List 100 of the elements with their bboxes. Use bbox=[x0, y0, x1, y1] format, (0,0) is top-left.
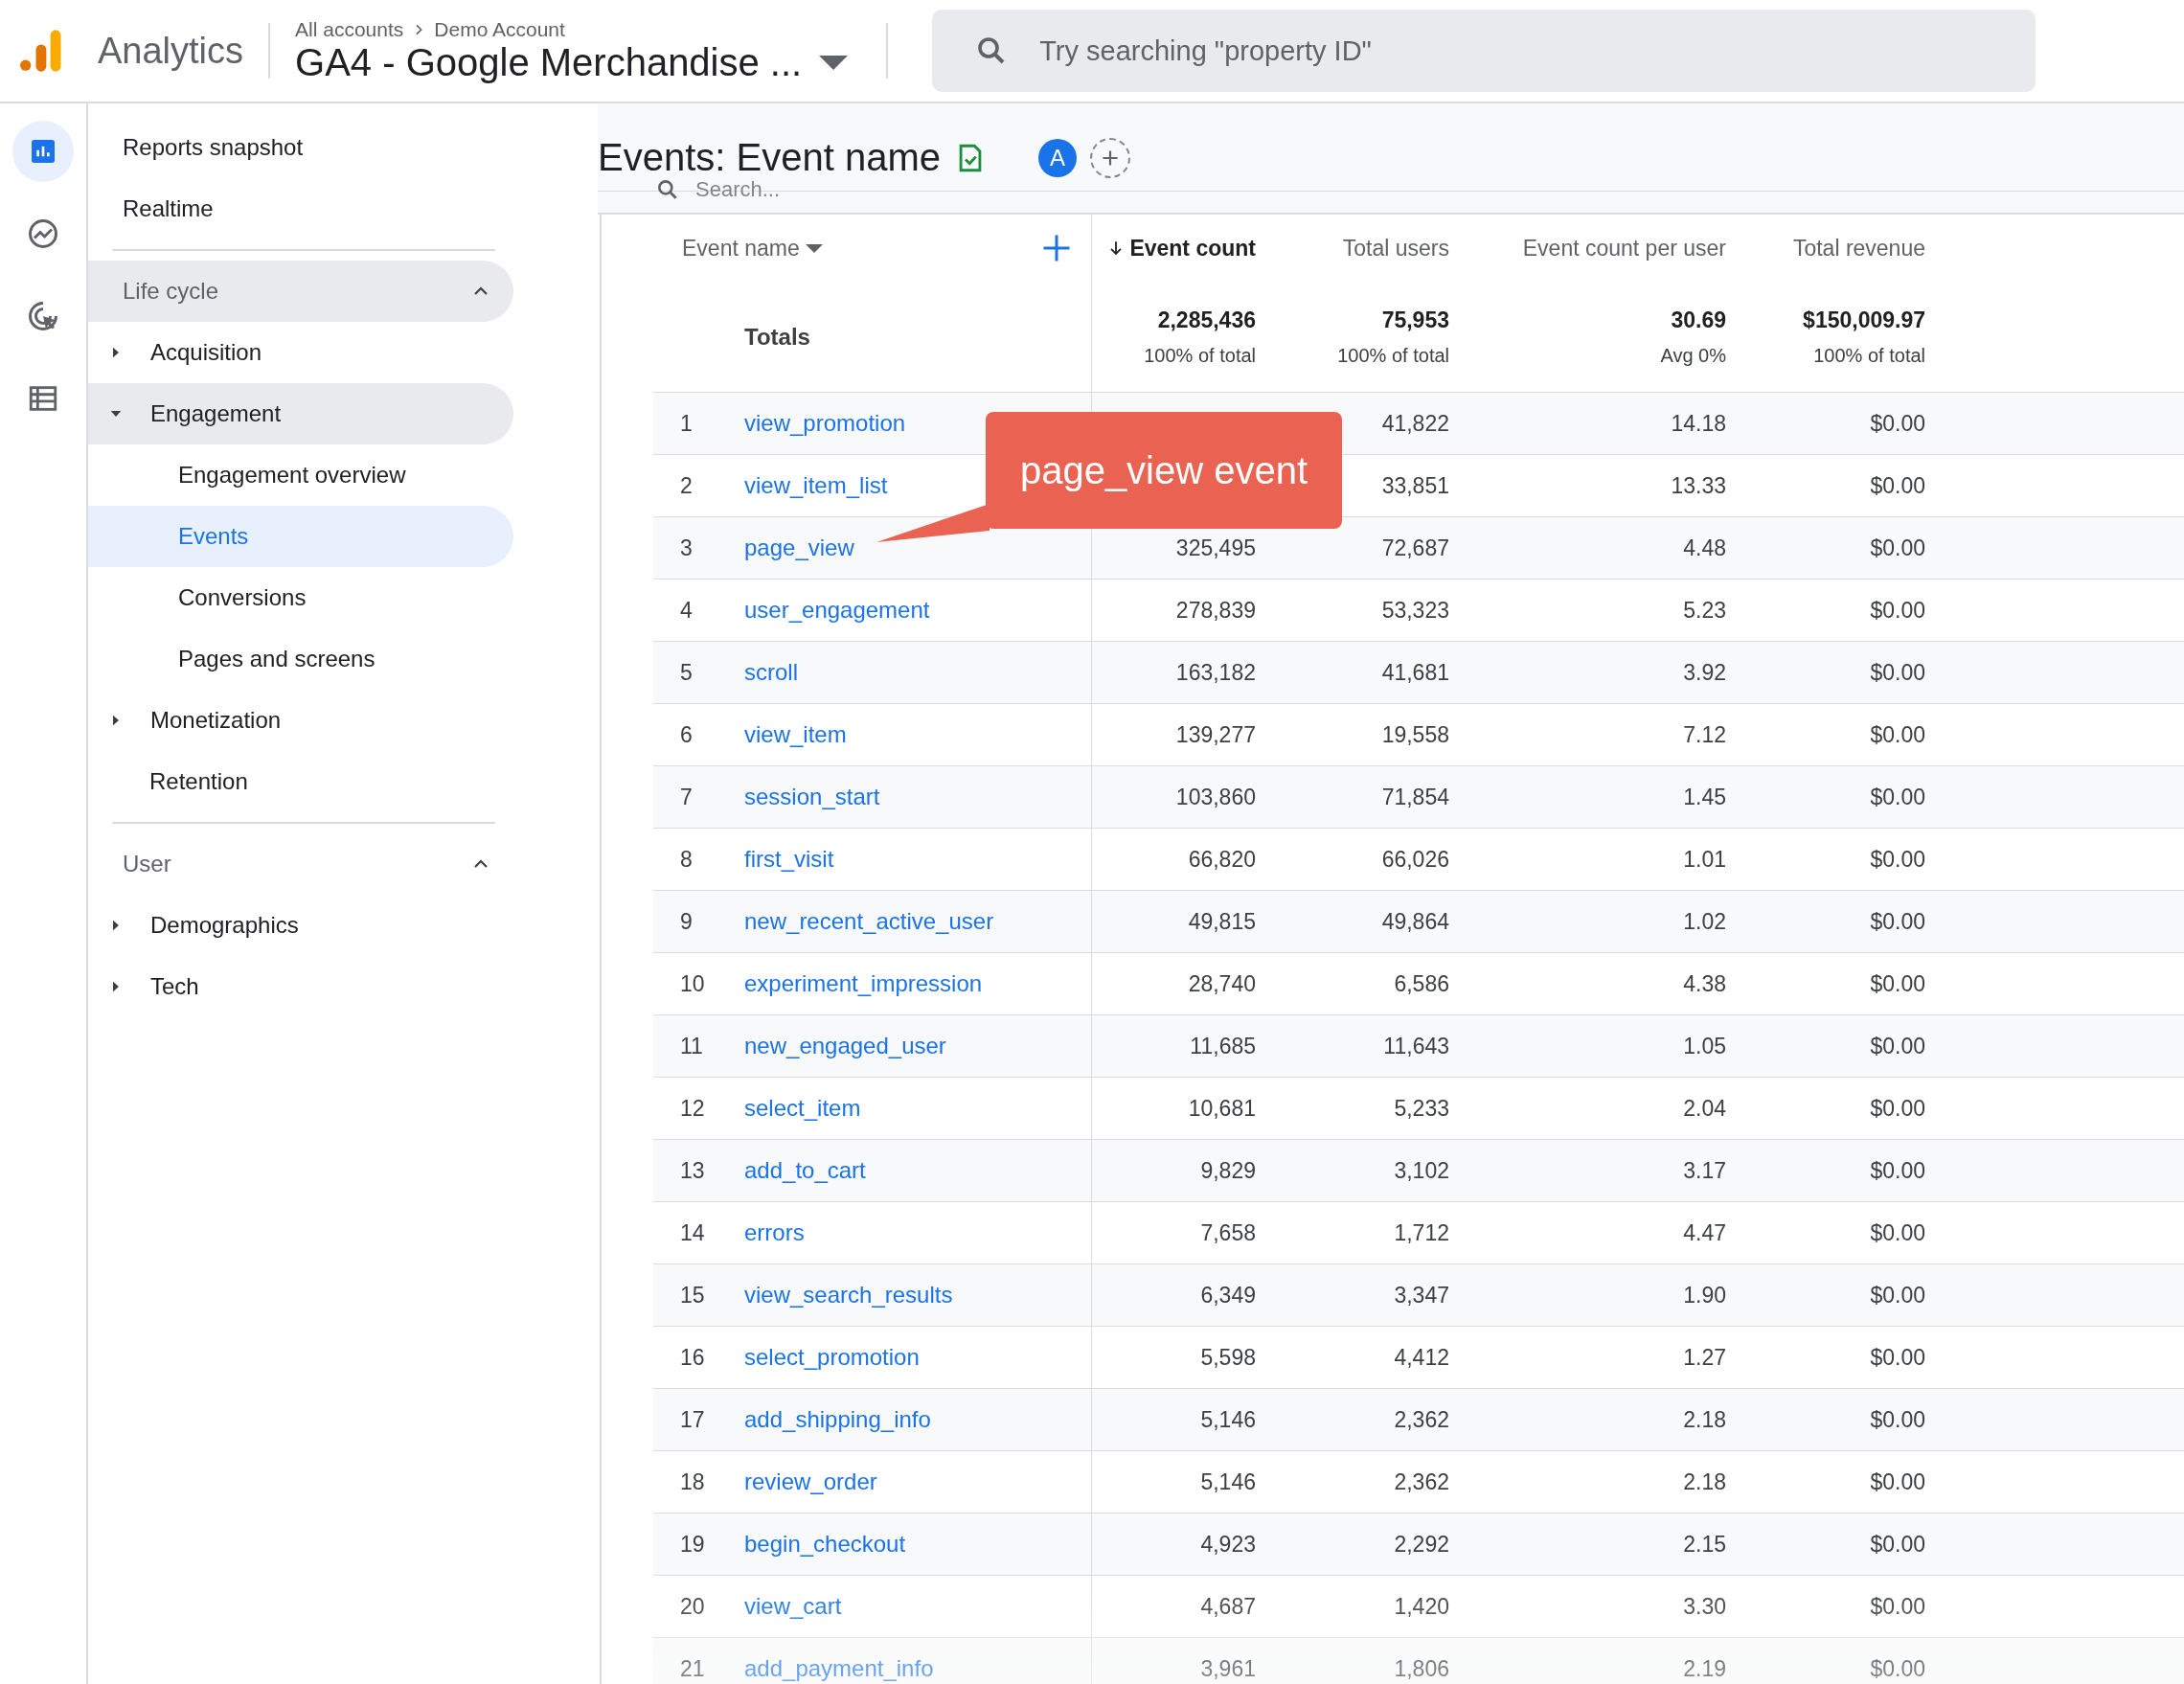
table-cell: 53,323 bbox=[1381, 597, 1449, 624]
event-link[interactable]: page_view bbox=[744, 535, 854, 561]
table-cell: 33,851 bbox=[1381, 472, 1449, 499]
breadcrumb-link[interactable]: All accounts bbox=[295, 17, 404, 41]
table-cell: 2.04 bbox=[1683, 1095, 1726, 1122]
nav-group-label: Engagement bbox=[150, 400, 282, 427]
table-cell: 1.05 bbox=[1683, 1033, 1726, 1059]
breadcrumb-link[interactable]: Demo Account bbox=[434, 17, 565, 41]
event-link[interactable]: begin_checkout bbox=[744, 1531, 906, 1558]
row-number: 19 bbox=[679, 1531, 706, 1558]
table-cell: $0.00 bbox=[1870, 1344, 1925, 1371]
table-cell: 278,839 bbox=[1175, 597, 1256, 624]
row-number: 8 bbox=[679, 846, 694, 873]
table-cell: $0.00 bbox=[1870, 410, 1925, 437]
section-header[interactable]: User bbox=[88, 833, 513, 895]
total-value: 30.69 bbox=[1671, 307, 1726, 333]
table-cell: 5.23 bbox=[1683, 597, 1726, 624]
table-cell: $0.00 bbox=[1870, 1593, 1925, 1620]
event-link[interactable]: add_shipping_info bbox=[744, 1406, 931, 1433]
total-value: 75,953 bbox=[1381, 307, 1449, 333]
row-number: 15 bbox=[679, 1282, 706, 1309]
event-link[interactable]: view_item_list bbox=[744, 472, 888, 499]
event-link[interactable]: first_visit bbox=[744, 846, 834, 873]
nav-item[interactable]: Realtime bbox=[88, 178, 513, 239]
event-link[interactable]: experiment_impression bbox=[744, 970, 983, 997]
add-comparison-button[interactable] bbox=[1089, 137, 1130, 178]
nav-item[interactable]: Pages and screens bbox=[88, 628, 513, 690]
table-cell: $0.00 bbox=[1870, 970, 1925, 997]
section-header[interactable]: Life cycle bbox=[88, 261, 513, 322]
nav-group[interactable]: Engagement bbox=[88, 383, 513, 444]
table-cell: 72,687 bbox=[1381, 535, 1449, 561]
nav-item[interactable]: Reports snapshot bbox=[88, 117, 513, 178]
event-link[interactable]: scroll bbox=[744, 659, 798, 686]
table-cell: 139,277 bbox=[1175, 721, 1256, 748]
column-header[interactable]: Event count per user bbox=[1522, 235, 1726, 262]
nav-group-label: Tech bbox=[150, 973, 199, 1000]
event-link[interactable]: user_engagement bbox=[744, 597, 930, 624]
table-cell: 6,349 bbox=[1200, 1282, 1256, 1309]
total-note: 100% of total bbox=[1813, 344, 1925, 367]
dimension-selector[interactable]: Event name bbox=[682, 235, 823, 262]
column-header[interactable]: Total users bbox=[1342, 235, 1449, 262]
table-cell: $0.00 bbox=[1870, 1095, 1925, 1122]
row-number: 4 bbox=[679, 597, 694, 624]
avatar[interactable]: A bbox=[1037, 138, 1077, 177]
table-cell: 3,961 bbox=[1200, 1655, 1256, 1682]
event-link[interactable]: errors bbox=[744, 1219, 805, 1246]
table-cell: 2,362 bbox=[1394, 1406, 1449, 1433]
event-link[interactable]: view_item bbox=[744, 721, 847, 748]
nav-item[interactable]: Retention bbox=[88, 751, 513, 812]
event-link[interactable]: review_order bbox=[744, 1468, 877, 1495]
table-cell: 103,860 bbox=[1175, 784, 1256, 810]
event-link[interactable]: view_promotion bbox=[744, 410, 906, 437]
search-input[interactable]: Try searching "property ID" bbox=[1037, 34, 2036, 68]
table-cell: 9,829 bbox=[1200, 1157, 1256, 1184]
table-cell: 13.33 bbox=[1671, 472, 1726, 499]
total-note: Avg 0% bbox=[1660, 344, 1726, 367]
table-cell: 1.90 bbox=[1683, 1282, 1726, 1309]
table-cell: 19,558 bbox=[1381, 721, 1449, 748]
search-field[interactable]: Try searching "property ID" bbox=[932, 10, 2036, 92]
event-link[interactable]: view_search_results bbox=[744, 1282, 953, 1309]
table-cell: 66,026 bbox=[1381, 846, 1449, 873]
event-link[interactable]: new_recent_active_user bbox=[744, 908, 994, 935]
nav-group[interactable]: Monetization bbox=[88, 690, 513, 751]
event-link[interactable]: add_payment_info bbox=[744, 1655, 934, 1682]
table-cell: 163,182 bbox=[1175, 659, 1256, 686]
table-cell: 4.38 bbox=[1683, 970, 1726, 997]
event-link[interactable]: view_cart bbox=[744, 1593, 842, 1620]
nav-group[interactable]: Tech bbox=[88, 956, 513, 1017]
nav-item[interactable]: Events bbox=[88, 506, 513, 567]
column-header[interactable]: Total revenue bbox=[1792, 235, 1925, 262]
table-cell: 5,233 bbox=[1394, 1095, 1449, 1122]
nav-item[interactable]: Conversions bbox=[88, 567, 513, 628]
table-search-field[interactable]: Search... bbox=[694, 176, 973, 203]
property-selector[interactable]: GA4 - Google Merchandise ... bbox=[295, 40, 849, 84]
nav-group[interactable]: Acquisition bbox=[88, 322, 513, 383]
event-link[interactable]: new_engaged_user bbox=[744, 1033, 946, 1059]
totals-label: Totals bbox=[744, 323, 811, 351]
column-header[interactable]: Event count bbox=[1106, 235, 1256, 262]
target-cursor-icon bbox=[26, 299, 60, 333]
event-link[interactable]: select_promotion bbox=[744, 1344, 920, 1371]
nav-group[interactable]: Demographics bbox=[88, 895, 513, 956]
table-cell: 41,681 bbox=[1381, 659, 1449, 686]
nav-item[interactable]: Engagement overview bbox=[88, 444, 513, 506]
table-cell: 7,658 bbox=[1200, 1219, 1256, 1246]
row-number: 2 bbox=[679, 472, 694, 499]
table-cell: 1.01 bbox=[1683, 846, 1726, 873]
row-number: 14 bbox=[679, 1219, 706, 1246]
table-cell: 7.12 bbox=[1683, 721, 1726, 748]
table-cell: 4,923 bbox=[1200, 1531, 1256, 1558]
event-link[interactable]: add_to_cart bbox=[744, 1157, 866, 1184]
table-cell: 49,815 bbox=[1188, 908, 1256, 935]
table-cell: $0.00 bbox=[1870, 659, 1925, 686]
total-value: 2,285,436 bbox=[1157, 307, 1256, 333]
event-link[interactable]: session_start bbox=[744, 784, 880, 810]
row-number: 7 bbox=[679, 784, 694, 810]
total-note: 100% of total bbox=[1144, 344, 1256, 367]
row-number: 3 bbox=[679, 535, 694, 561]
row-number: 10 bbox=[679, 970, 706, 997]
event-link[interactable]: select_item bbox=[744, 1095, 861, 1122]
table-cell: 11,643 bbox=[1383, 1033, 1449, 1059]
